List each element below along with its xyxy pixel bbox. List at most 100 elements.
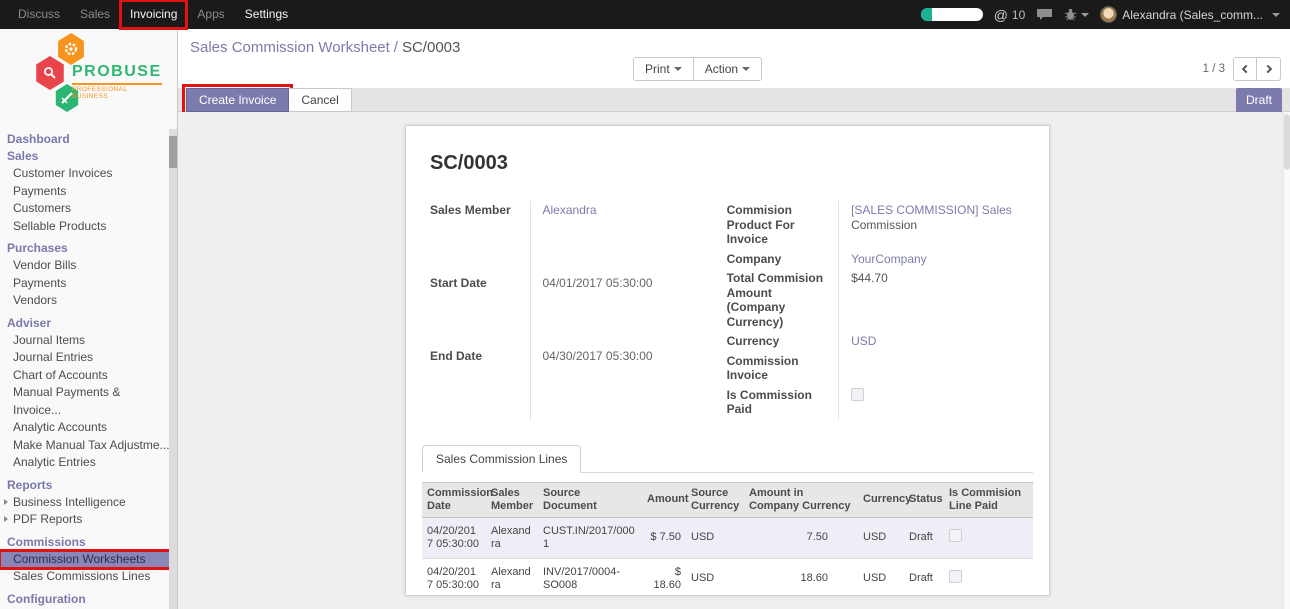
currency-link[interactable]: USD	[851, 334, 876, 348]
cell-member: Alexandra	[486, 558, 538, 596]
tab-sales-commission-lines[interactable]: Sales Commission Lines	[422, 445, 581, 473]
sidebar-item-vendor-bills[interactable]: Vendor Bills	[0, 257, 170, 275]
gear-icon	[56, 33, 86, 65]
sidebar-item-customers[interactable]: Customers	[0, 200, 170, 218]
sidebar-section-adviser[interactable]: Adviser	[0, 315, 177, 332]
cancel-button[interactable]: Cancel	[289, 88, 351, 112]
cell-amount: $ 7.50	[642, 517, 686, 558]
action-button-label: Action	[705, 58, 738, 80]
cell-date: 04/20/2017 05:30:00	[422, 558, 486, 596]
user-menu[interactable]: Alexandra (Sales_comm...	[1100, 6, 1280, 23]
sidebar-item-journal-entries[interactable]: Journal Entries	[0, 349, 170, 367]
sidebar-item-sellable-products[interactable]: Sellable Products	[0, 218, 170, 236]
pager-previous-button[interactable]	[1233, 57, 1257, 81]
sidebar-item-payments-purchases[interactable]: Payments	[0, 275, 170, 293]
menu-sales[interactable]: Sales	[70, 0, 120, 29]
sidebar-section-configuration[interactable]: Configuration	[0, 591, 177, 608]
sidebar-item-vendors[interactable]: Vendors	[0, 292, 170, 310]
messages-icon[interactable]	[1036, 8, 1053, 21]
menu-invoicing[interactable]: Invoicing	[120, 0, 187, 29]
sidebar-item-chart-of-accounts[interactable]: Chart of Accounts	[0, 367, 170, 385]
sidebar-item-journal-items[interactable]: Journal Items	[0, 332, 170, 350]
sidebar-item-business-intelligence[interactable]: Business Intelligence	[0, 494, 170, 512]
field-group-right: Commision Product For Invoice [SALES COM…	[727, 201, 1033, 420]
commission-product-link[interactable]: [SALES COMMISSION] Sales	[851, 203, 1012, 217]
content-area: SC/0003 Sales Member Alexandra Start Dat…	[178, 112, 1290, 609]
field-label-total-commission: Total Commision Amount (Company Currency…	[727, 269, 839, 332]
cell-amount-company: 7.50	[744, 517, 858, 558]
field-label-commission-product: Commision Product For Invoice	[727, 201, 839, 250]
total-commission-value: $44.70	[839, 269, 1033, 332]
print-button-label: Print	[645, 58, 670, 80]
col-header-amount: Amount	[642, 482, 686, 517]
col-header-line-paid: Is Commision Line Paid	[944, 482, 1033, 517]
debug-menu[interactable]	[1064, 8, 1089, 21]
start-date-value: 04/01/2017 05:30:00	[530, 274, 709, 347]
breadcrumb-separator: /	[390, 39, 402, 56]
table-header-row: Commission Date Sales Member Source Docu…	[422, 482, 1033, 517]
table-row[interactable]: 04/20/2017 05:30:00 Alexandra INV/2017/0…	[422, 558, 1033, 596]
col-header-status: Status	[904, 482, 944, 517]
sidebar-item-label: PDF Reports	[13, 512, 82, 526]
is-commission-paid-checkbox[interactable]	[851, 388, 864, 401]
magnifier-icon	[34, 56, 66, 90]
menu-settings[interactable]: Settings	[235, 0, 298, 29]
cell-status: Draft	[904, 517, 944, 558]
menu-apps[interactable]: Apps	[187, 0, 234, 29]
field-label-commission-invoice: Commission Invoice	[727, 352, 839, 386]
page-scrollbar[interactable]	[1283, 112, 1290, 609]
pager-next-button[interactable]	[1257, 57, 1281, 81]
page-title: SC/0003	[430, 152, 1033, 175]
create-invoice-button[interactable]: Create Invoice	[186, 88, 289, 112]
cell-source-currency: USD	[686, 558, 744, 596]
end-date-value: 04/30/2017 05:30:00	[530, 347, 709, 420]
sidebar-item-sales-commissions-lines[interactable]: Sales Commissions Lines	[0, 568, 170, 586]
status-badge: Draft	[1236, 88, 1282, 112]
cell-amount-company: 18.60	[744, 558, 858, 596]
sidebar-section-reports[interactable]: Reports	[0, 477, 177, 494]
line-paid-checkbox[interactable]	[949, 529, 962, 542]
field-label-sales-member: Sales Member	[430, 201, 530, 274]
sidebar-section-commissions[interactable]: Commissions	[0, 534, 177, 551]
sidebar-item-pdf-reports[interactable]: PDF Reports	[0, 511, 170, 529]
menu-discuss[interactable]: Discuss	[8, 0, 70, 29]
col-header-sales-member: Sales Member	[486, 482, 538, 517]
cell-date: 04/20/2017 05:30:00	[422, 517, 486, 558]
caret-down-icon	[1272, 13, 1280, 17]
page-scrollbar-thumb[interactable]	[1284, 114, 1290, 170]
sidebar-item-dashboard[interactable]: Dashboard	[0, 131, 177, 148]
sales-member-link[interactable]: Alexandra	[543, 203, 597, 217]
sidebar-section-purchases[interactable]: Purchases	[0, 240, 177, 257]
col-header-source-currency: Source Currency	[686, 482, 744, 517]
sidebar-item-manual-payments[interactable]: Manual Payments & Invoice...	[0, 384, 170, 419]
breadcrumb-current: SC/0003	[402, 39, 460, 56]
cell-status: Draft	[904, 558, 944, 596]
user-name: Alexandra (Sales_comm...	[1122, 8, 1263, 22]
timer-progressbar[interactable]	[921, 8, 983, 21]
breadcrumb: Sales Commission Worksheet/SC/0003	[178, 29, 1290, 56]
cell-document: CUST.IN/2017/0001	[538, 517, 642, 558]
sidebar-item-payments-sales[interactable]: Payments	[0, 183, 170, 201]
sidebar-item-analytic-entries[interactable]: Analytic Entries	[0, 454, 170, 472]
sidebar-item-commission-worksheets[interactable]: Commission Worksheets	[0, 551, 170, 569]
sidebar-item-customer-invoices[interactable]: Customer Invoices	[0, 165, 170, 183]
breadcrumb-parent-link[interactable]: Sales Commission Worksheet	[190, 39, 390, 56]
sidebar-scrollbar[interactable]	[169, 129, 177, 609]
top-navbar: Discuss Sales Invoicing Apps Settings @ …	[0, 0, 1290, 29]
timer-progress-fill	[921, 8, 932, 21]
sidebar-item-manual-tax[interactable]: Make Manual Tax Adjustme...	[0, 437, 170, 455]
table-row[interactable]: 04/20/2017 05:30:00 Alexandra CUST.IN/20…	[422, 517, 1033, 558]
line-paid-checkbox[interactable]	[949, 570, 962, 583]
commission-product-rest: Commission	[851, 218, 917, 232]
action-button[interactable]: Action	[694, 57, 762, 81]
sidebar-section-sales[interactable]: Sales	[0, 148, 177, 165]
caret-down-icon	[742, 67, 750, 71]
sidebar-scrollbar-thumb[interactable]	[169, 136, 177, 168]
company-link[interactable]: YourCompany	[851, 252, 927, 266]
print-button[interactable]: Print	[633, 57, 694, 81]
control-panel: Sales Commission Worksheet/SC/0003 Print…	[178, 29, 1290, 88]
sidebar-item-analytic-accounts[interactable]: Analytic Accounts	[0, 419, 170, 437]
sidebar: PROBUSE PROFESSIONAL BUSINESS Dashboard …	[0, 29, 178, 609]
field-group-left: Sales Member Alexandra Start Date 04/01/…	[430, 201, 709, 420]
mention-counter[interactable]: @ 10	[994, 7, 1026, 23]
